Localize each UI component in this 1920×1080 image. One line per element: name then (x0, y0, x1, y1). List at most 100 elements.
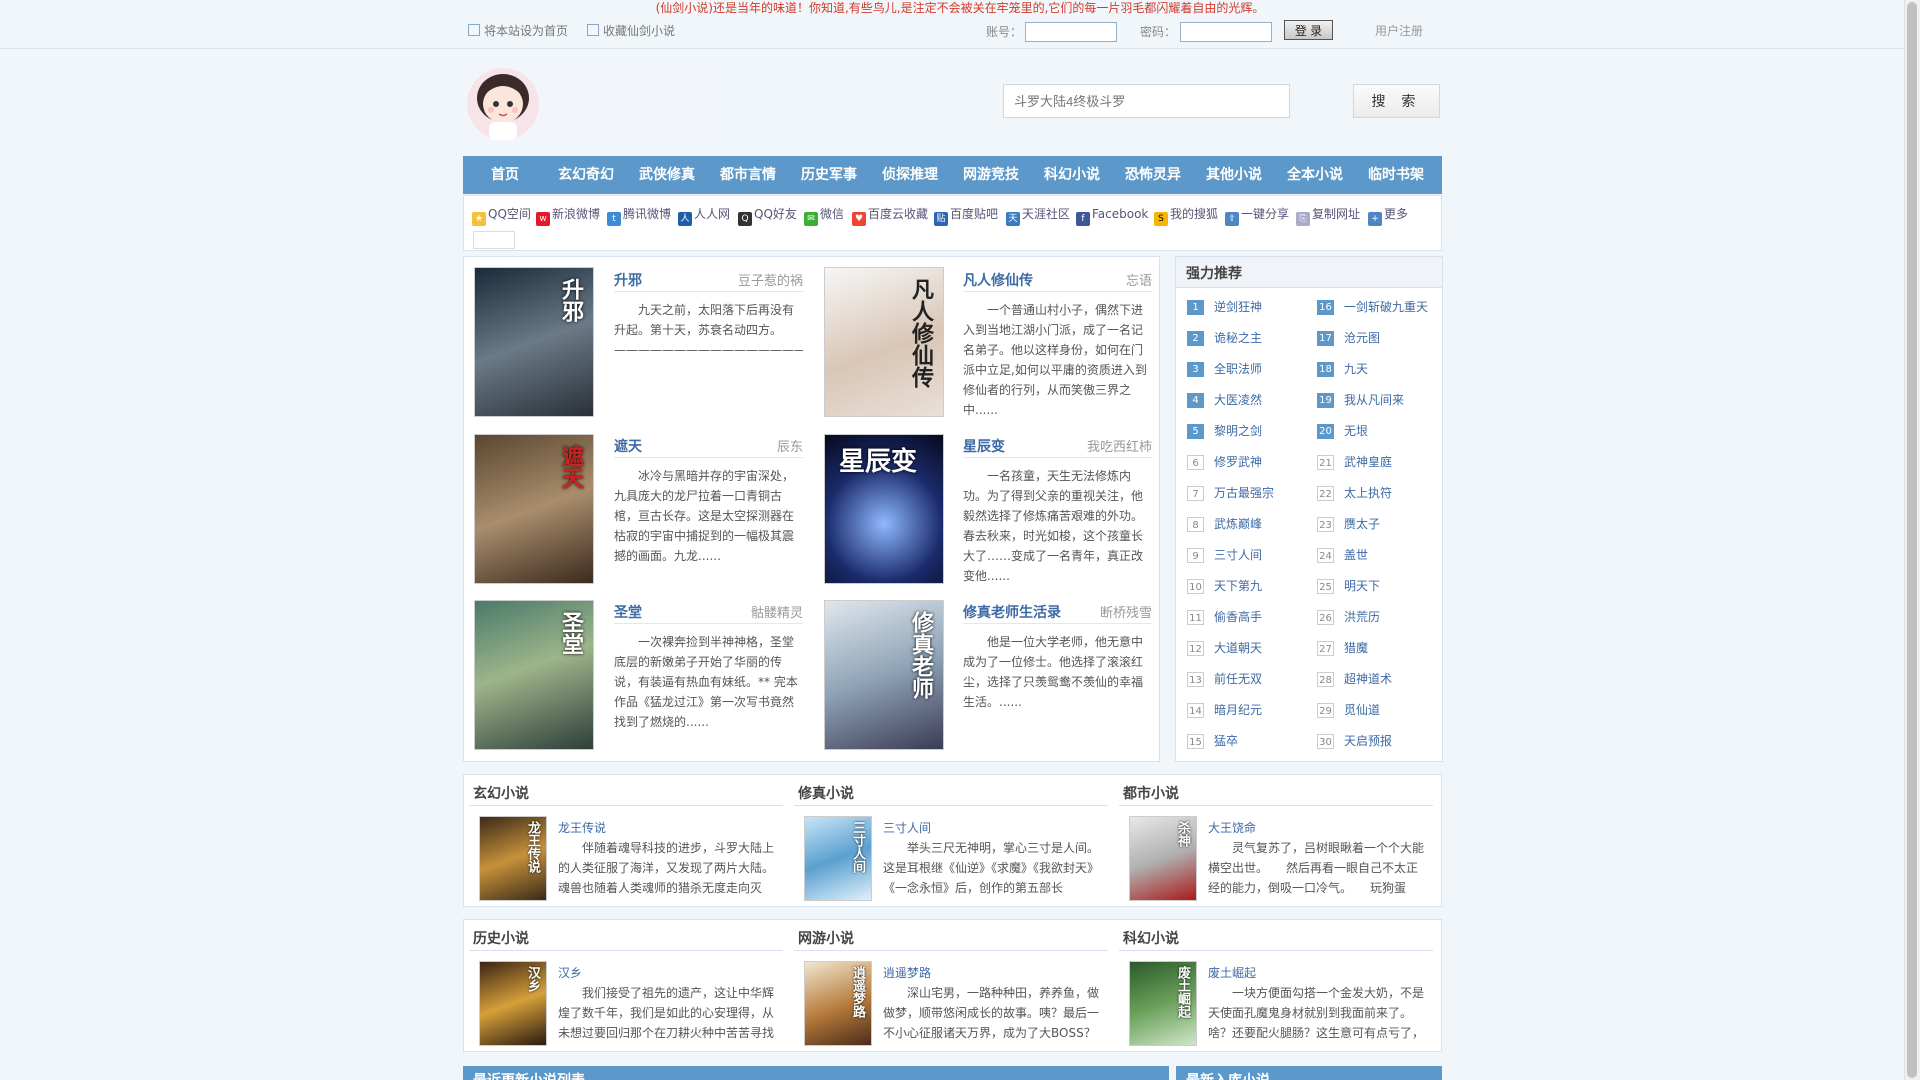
book-cover[interactable]: 圣堂 (474, 600, 594, 750)
book-cover[interactable]: 星辰变 (824, 434, 944, 584)
recommend-book-link[interactable]: 沧元图 (1344, 331, 1380, 346)
share-renren[interactable]: 人人人网 (678, 206, 730, 226)
recommend-book-link[interactable]: 大医凌然 (1214, 393, 1262, 408)
nav-qita[interactable]: 其他小说 (1194, 156, 1274, 194)
nav-home[interactable]: 首页 (465, 156, 545, 194)
category-title[interactable]: 修真小说 (798, 783, 854, 803)
recommend-book-link[interactable]: 一剑斩破九重天 (1344, 300, 1428, 315)
login-button[interactable]: 登 录 (1284, 20, 1333, 40)
category-title[interactable]: 科幻小说 (1123, 928, 1179, 948)
recommend-book-link[interactable]: 逆剑狂神 (1214, 300, 1262, 315)
recommend-book-link[interactable]: 大道朝天 (1214, 641, 1262, 656)
category-title[interactable]: 都市小说 (1123, 783, 1179, 803)
category-book-title[interactable]: 三寸人间 (883, 819, 931, 836)
category-book-title[interactable]: 大王饶命 (1208, 819, 1256, 836)
recommend-book-link[interactable]: 猎魔 (1344, 641, 1368, 656)
recommend-book-link[interactable]: 天下第九 (1214, 579, 1262, 594)
book-title[interactable]: 升邪 (614, 270, 642, 290)
qq-icon: Q (738, 212, 752, 226)
category-book-cover[interactable]: 三寸人间 (804, 816, 872, 901)
book-cover[interactable]: 遮天 (474, 434, 594, 584)
share-tencent-weibo[interactable]: t 腾讯微博 (607, 206, 671, 226)
share-qzone[interactable]: ★ QQ空间 (472, 206, 531, 226)
share-tianya[interactable]: 天天涯社区 (1006, 206, 1070, 226)
recommend-book-link[interactable]: 洪荒历 (1344, 610, 1380, 625)
category-book-cover[interactable]: 龙王传说 (479, 816, 547, 901)
recommend-book-link[interactable]: 赝太子 (1344, 517, 1380, 532)
share-baidu-tieba[interactable]: 贴百度贴吧 (934, 206, 998, 226)
register-link[interactable]: 用户注册 (1375, 22, 1423, 40)
share-more[interactable]: + 更多 (1368, 206, 1408, 226)
recommend-book-link[interactable]: 诡秘之主 (1214, 331, 1262, 346)
rank-number: 2 (1187, 331, 1204, 346)
recommend-book-link[interactable]: 无垠 (1344, 424, 1368, 439)
recommend-book-link[interactable]: 觅仙道 (1344, 703, 1380, 718)
set-home-link[interactable]: 将本站设为首页 (468, 22, 568, 40)
category-title[interactable]: 网游小说 (798, 928, 854, 948)
category-book-cover[interactable]: 废土崛起 (1129, 961, 1197, 1046)
recommend-book-link[interactable]: 万古最强宗 (1214, 486, 1274, 501)
share-weibo[interactable]: w 新浪微博 (536, 206, 600, 226)
wechat-icon: ✉ (804, 212, 818, 226)
divider (963, 291, 1152, 292)
recommend-book-link[interactable]: 明天下 (1344, 579, 1380, 594)
share-copy-url[interactable]: ⎘ 复制网址 (1296, 206, 1360, 226)
recommend-book-link[interactable]: 黎明之剑 (1214, 424, 1262, 439)
book-cover[interactable]: 修真老师 (824, 600, 944, 750)
cover-title: 汉乡 (525, 966, 540, 992)
recommend-book-link[interactable]: 暗月纪元 (1214, 703, 1262, 718)
share-baidu-cloud[interactable]: ♥ 百度云收藏 (852, 206, 928, 226)
category-book-title[interactable]: 废土崛起 (1208, 964, 1256, 981)
nav-quanben[interactable]: 全本小说 (1275, 156, 1355, 194)
share-sohu[interactable]: S 我的搜狐 (1154, 206, 1218, 226)
bookmark-link[interactable]: 收藏仙剑小说 (587, 22, 675, 40)
category-title[interactable]: 历史小说 (473, 928, 529, 948)
nav-xuanhuan[interactable]: 玄幻奇幻 (546, 156, 626, 194)
share-facebook[interactable]: f Facebook (1076, 206, 1148, 226)
category-book-title[interactable]: 龙王传说 (558, 819, 606, 836)
nav-wangyou[interactable]: 网游竞技 (951, 156, 1031, 194)
share-one-click[interactable]: ⇪ 一键分享 (1225, 206, 1289, 226)
recommend-book-link[interactable]: 九天 (1344, 362, 1368, 377)
recommend-book-link[interactable]: 猛卒 (1214, 734, 1238, 749)
scrollbar-thumb[interactable] (1907, 2, 1917, 1078)
category-book-cover[interactable]: 逍遥梦路 (804, 961, 872, 1046)
recommend-book-link[interactable]: 前任无双 (1214, 672, 1262, 687)
category-book-cover[interactable]: 汉乡 (479, 961, 547, 1046)
book-title[interactable]: 凡人修仙传 (963, 270, 1033, 290)
nav-zhentan[interactable]: 侦探推理 (870, 156, 950, 194)
category-book-title[interactable]: 逍遥梦路 (883, 964, 931, 981)
nav-dushi[interactable]: 都市言情 (708, 156, 788, 194)
search-button[interactable]: 搜 索 (1353, 84, 1440, 118)
category-book-title[interactable]: 汉乡 (558, 964, 582, 981)
recommend-book-link[interactable]: 太上执符 (1344, 486, 1392, 501)
nav-lishi[interactable]: 历史军事 (789, 156, 869, 194)
recommend-book-link[interactable]: 三寸人间 (1214, 548, 1262, 563)
account-input[interactable] (1025, 22, 1117, 42)
nav-wuxia[interactable]: 武侠修真 (627, 156, 707, 194)
recommend-book-link[interactable]: 偷香高手 (1214, 610, 1262, 625)
book-cover[interactable]: 升邪 (474, 267, 594, 417)
book-title[interactable]: 星辰变 (963, 436, 1005, 456)
recommend-book-link[interactable]: 武炼巅峰 (1214, 517, 1262, 532)
nav-bookshelf[interactable]: 临时书架 (1356, 156, 1436, 194)
recommend-book-link[interactable]: 武神皇庭 (1344, 455, 1392, 470)
recommend-book-link[interactable]: 修罗武神 (1214, 455, 1262, 470)
book-cover[interactable]: 凡人修仙传 (824, 267, 944, 417)
nav-kongbu[interactable]: 恐怖灵异 (1113, 156, 1193, 194)
nav-kehuan[interactable]: 科幻小说 (1032, 156, 1112, 194)
password-input[interactable] (1180, 22, 1272, 42)
book-title[interactable]: 遮天 (614, 436, 642, 456)
recommend-book-link[interactable]: 我从凡间来 (1344, 393, 1404, 408)
recommend-book-link[interactable]: 全职法师 (1214, 362, 1262, 377)
search-input[interactable] (1003, 84, 1290, 118)
recommend-book-link[interactable]: 盖世 (1344, 548, 1368, 563)
category-title[interactable]: 玄幻小说 (473, 783, 529, 803)
recommend-book-link[interactable]: 超神道术 (1344, 672, 1392, 687)
book-title[interactable]: 圣堂 (614, 602, 642, 622)
share-qq-friend[interactable]: Q QQ好友 (738, 206, 797, 226)
share-wechat[interactable]: ✉ 微信 (804, 206, 844, 226)
rank-number: 18 (1317, 362, 1334, 377)
category-book-cover[interactable]: 杀神 (1129, 816, 1197, 901)
recommend-book-link[interactable]: 天启预报 (1344, 734, 1392, 749)
